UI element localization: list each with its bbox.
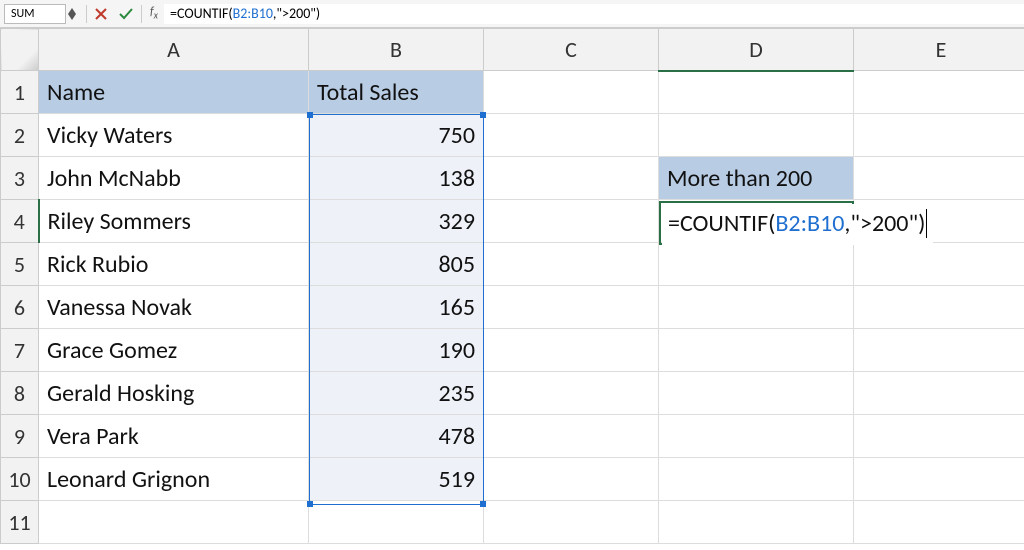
cell-C1[interactable] — [484, 71, 659, 114]
formula-text-prefix: =COUNTIF( — [170, 5, 233, 22]
cell-D8[interactable] — [659, 372, 854, 415]
cell-E3[interactable] — [854, 157, 1024, 200]
row-head-7[interactable]: 7 — [1, 329, 39, 372]
cell-E9[interactable] — [854, 415, 1024, 458]
separator — [141, 5, 142, 23]
row-head-10[interactable]: 10 — [1, 458, 39, 501]
cell-E11[interactable] — [854, 501, 1024, 544]
row-head-4[interactable]: 4 — [1, 200, 39, 243]
name-box[interactable]: SUM — [4, 4, 66, 24]
editor-prefix: =COUNTIF( — [668, 209, 775, 238]
formula-text-ref: B2:B10 — [233, 5, 273, 22]
cell-C2[interactable] — [484, 114, 659, 157]
formula-text-suffix: ,">200") — [273, 5, 320, 22]
col-head-D[interactable]: D — [659, 29, 854, 71]
cell-E10[interactable] — [854, 458, 1024, 501]
cell-B6[interactable]: 165 — [309, 286, 484, 329]
cell-A2[interactable]: Vicky Waters — [39, 114, 309, 157]
cell-E7[interactable] — [854, 329, 1024, 372]
cell-D11[interactable] — [659, 501, 854, 544]
cell-C10[interactable] — [484, 458, 659, 501]
cell-C11[interactable] — [484, 501, 659, 544]
cell-B11[interactable] — [309, 501, 484, 544]
cell-C7[interactable] — [484, 329, 659, 372]
cell-D6[interactable] — [659, 286, 854, 329]
cell-C5[interactable] — [484, 243, 659, 286]
cell-A9[interactable]: Vera Park — [39, 415, 309, 458]
cell-C4[interactable] — [484, 200, 659, 243]
cell-B7[interactable]: 190 — [309, 329, 484, 372]
name-box-stepper[interactable] — [68, 8, 76, 20]
formula-input[interactable]: =COUNTIF(B2:B10,">200") — [164, 4, 1024, 24]
cell-B8[interactable]: 235 — [309, 372, 484, 415]
editor-suffix: ,">200") — [844, 209, 925, 238]
cell-D2[interactable] — [659, 114, 854, 157]
confirm-button[interactable] — [113, 0, 139, 27]
cell-A10[interactable]: Leonard Grignon — [39, 458, 309, 501]
cell-A11[interactable] — [39, 501, 309, 544]
cell-A7[interactable]: Grace Gomez — [39, 329, 309, 372]
cell-C9[interactable] — [484, 415, 659, 458]
cell-D1[interactable] — [659, 71, 854, 114]
col-head-B[interactable]: B — [309, 29, 484, 71]
editor-ref: B2:B10 — [775, 209, 844, 238]
cell-B2[interactable]: 750 — [309, 114, 484, 157]
cancel-button[interactable] — [89, 0, 113, 27]
row-head-2[interactable]: 2 — [1, 114, 39, 157]
cell-E5[interactable] — [854, 243, 1024, 286]
cell-D7[interactable] — [659, 329, 854, 372]
cell-E1[interactable] — [854, 71, 1024, 114]
col-head-E[interactable]: E — [854, 29, 1024, 71]
cell-A6[interactable]: Vanessa Novak — [39, 286, 309, 329]
cell-B1[interactable]: Total Sales — [309, 71, 484, 114]
row-head-5[interactable]: 5 — [1, 243, 39, 286]
x-icon — [95, 8, 107, 20]
row-head-9[interactable]: 9 — [1, 415, 39, 458]
select-all-corner[interactable] — [1, 29, 39, 71]
cell-A1[interactable]: Name — [39, 71, 309, 114]
row-head-11[interactable]: 11 — [1, 501, 39, 544]
cell-B4[interactable]: 329 — [309, 200, 484, 243]
cell-D9[interactable] — [659, 415, 854, 458]
cell-B3[interactable]: 138 — [309, 157, 484, 200]
check-icon — [119, 8, 133, 20]
row-head-6[interactable]: 6 — [1, 286, 39, 329]
fx-icon[interactable]: fx — [144, 5, 164, 21]
cell-A4[interactable]: Riley Sommers — [39, 200, 309, 243]
col-head-C[interactable]: C — [484, 29, 659, 71]
cell-A5[interactable]: Rick Rubio — [39, 243, 309, 286]
row-head-1[interactable]: 1 — [1, 71, 39, 114]
cell-D3[interactable]: More than 200 — [659, 157, 854, 200]
cell-A8[interactable]: Gerald Hosking — [39, 372, 309, 415]
cell-D5[interactable] — [659, 243, 854, 286]
separator — [86, 5, 87, 23]
text-cursor — [926, 209, 927, 238]
cell-E6[interactable] — [854, 286, 1024, 329]
row-head-8[interactable]: 8 — [1, 372, 39, 415]
cell-E8[interactable] — [854, 372, 1024, 415]
cell-C8[interactable] — [484, 372, 659, 415]
cell-E2[interactable] — [854, 114, 1024, 157]
cell-B9[interactable]: 478 — [309, 415, 484, 458]
cell-D10[interactable] — [659, 458, 854, 501]
cell-C6[interactable] — [484, 286, 659, 329]
cell-A3[interactable]: John McNabb — [39, 157, 309, 200]
cell-B5[interactable]: 805 — [309, 243, 484, 286]
row-head-3[interactable]: 3 — [1, 157, 39, 200]
col-head-A[interactable]: A — [39, 29, 309, 71]
cell-B10[interactable]: 519 — [309, 458, 484, 501]
active-cell-editor[interactable]: =COUNTIF(B2:B10,">200") — [662, 204, 933, 245]
cell-C3[interactable] — [484, 157, 659, 200]
formula-bar: SUM fx =COUNTIF(B2:B10,">200") — [0, 0, 1024, 28]
chevron-down-icon — [68, 14, 76, 20]
spreadsheet-grid[interactable]: A B C D E 1 Name Total Sales 2 Vicky Wat… — [0, 28, 1024, 544]
